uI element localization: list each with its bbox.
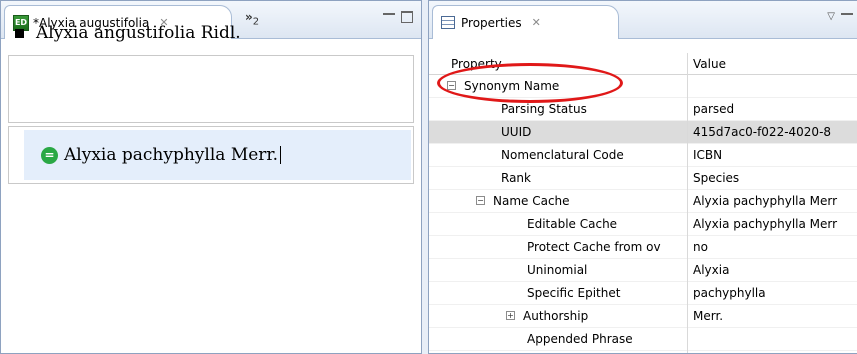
property-value[interactable]: ICBN bbox=[693, 148, 722, 162]
properties-icon bbox=[441, 16, 455, 29]
property-value[interactable]: no bbox=[693, 240, 708, 254]
property-value[interactable]: pachyphylla bbox=[693, 286, 766, 300]
maximize-icon[interactable] bbox=[401, 11, 413, 23]
properties-tab-label: Properties bbox=[461, 15, 522, 30]
annotation-ellipse bbox=[437, 63, 623, 103]
property-name: Editable Cache bbox=[527, 217, 618, 231]
collapse-icon[interactable]: − bbox=[476, 196, 485, 205]
close-icon[interactable]: ✕ bbox=[532, 16, 541, 29]
property-name: Name Cache bbox=[493, 194, 570, 208]
homotypic-synonym-icon: = bbox=[41, 146, 58, 164]
properties-pane: Properties ✕ ▽ Property Value − Synonym … bbox=[428, 0, 857, 354]
view-menu-icon[interactable]: ▽ bbox=[827, 11, 835, 23]
synonym-row[interactable]: = Alyxia pachyphylla Merr. bbox=[41, 145, 282, 165]
overflow-count: 2 bbox=[252, 16, 260, 28]
property-value[interactable]: Species bbox=[693, 171, 739, 185]
column-header-value[interactable]: Value bbox=[693, 57, 726, 71]
property-value[interactable]: Alyxia bbox=[693, 263, 729, 277]
properties-tab-bar: Properties ✕ ▽ bbox=[429, 1, 857, 39]
table-row[interactable]: − Name Cache Alyxia pachyphylla Merr bbox=[429, 190, 857, 213]
table-row-selected[interactable]: UUID 415d7ac0-f022-4020-8 bbox=[429, 121, 857, 144]
table-row[interactable]: Editable Cache Alyxia pachyphylla Merr bbox=[429, 213, 857, 236]
editor-window-controls bbox=[383, 11, 413, 23]
property-value[interactable]: Merr. bbox=[693, 309, 723, 323]
property-name: Authorship bbox=[523, 309, 589, 323]
table-row[interactable]: Appended Phrase bbox=[429, 328, 857, 351]
tab-overflow-button[interactable]: »2 bbox=[245, 10, 259, 27]
properties-window-controls: ▽ bbox=[827, 11, 853, 23]
property-name: UUID bbox=[501, 125, 532, 139]
minimize-icon[interactable] bbox=[841, 13, 853, 23]
minimize-icon[interactable] bbox=[383, 13, 395, 23]
table-row[interactable]: Protect Cache from ov no bbox=[429, 236, 857, 259]
property-name: Protect Cache from ov bbox=[527, 240, 661, 254]
accepted-name-row[interactable]: Alyxia angustifolia Ridl. bbox=[15, 23, 241, 43]
property-name: Rank bbox=[501, 171, 531, 185]
property-value[interactable]: Alyxia pachyphylla Merr bbox=[693, 194, 837, 208]
expand-icon[interactable]: + bbox=[506, 311, 515, 320]
text-cursor bbox=[280, 146, 282, 164]
properties-tab[interactable]: Properties ✕ bbox=[432, 5, 619, 39]
table-row[interactable]: Specific Epithet pachyphylla bbox=[429, 282, 857, 305]
property-name: Appended Phrase bbox=[527, 332, 633, 346]
accepted-name-container bbox=[8, 55, 414, 123]
table-row[interactable]: Nomenclatural Code ICBN bbox=[429, 144, 857, 167]
property-name: Parsing Status bbox=[501, 102, 587, 116]
column-divider[interactable] bbox=[687, 53, 688, 353]
table-row[interactable]: + Authorship Merr. bbox=[429, 305, 857, 328]
property-value[interactable]: parsed bbox=[693, 102, 734, 116]
synonym-name-field[interactable]: Alyxia pachyphylla Merr. bbox=[64, 145, 278, 165]
table-row[interactable]: Rank Species bbox=[429, 167, 857, 190]
overflow-chevron-icon: » bbox=[245, 10, 253, 24]
accepted-name-text[interactable]: Alyxia angustifolia Ridl. bbox=[36, 23, 241, 43]
property-name: Nomenclatural Code bbox=[501, 148, 624, 162]
accepted-taxon-bullet-icon bbox=[15, 28, 24, 38]
property-value[interactable]: 415d7ac0-f022-4020-8 bbox=[693, 125, 831, 139]
property-name: Specific Epithet bbox=[527, 286, 621, 300]
property-value[interactable]: Alyxia pachyphylla Merr bbox=[693, 217, 837, 231]
table-row[interactable]: Uninomial Alyxia bbox=[429, 259, 857, 282]
taxon-editor-pane: ED *Alyxia augustifolia ✕ »2 Alyxia angu… bbox=[0, 0, 422, 354]
property-name: Uninomial bbox=[527, 263, 588, 277]
